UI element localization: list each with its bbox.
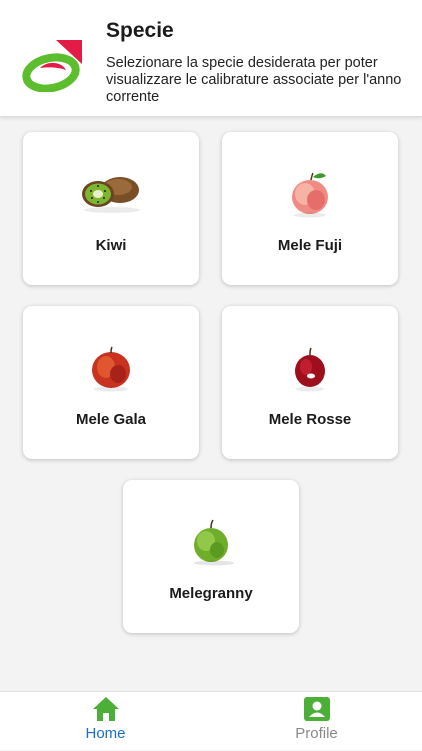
tab-profile-label: Profile [295,725,338,742]
fuji-apple-icon [292,172,328,218]
gala-apple-icon [92,346,130,392]
home-icon [92,697,119,721]
species-label: Kiwi [95,237,127,254]
species-card-melegranny[interactable]: Melegranny [123,480,299,633]
tab-home[interactable]: Home [0,692,211,751]
tab-home-label: Home [85,725,126,742]
kiwi-icon [82,177,140,213]
species-label: Mele Gala [75,411,147,428]
species-card-mele-fuji[interactable]: Mele Fuji [222,132,398,285]
bottom-tab-bar: Home Profile [0,691,422,750]
species-label: Mele Fuji [277,237,343,254]
page-title: Specie [106,19,174,42]
profile-icon [303,697,330,721]
tab-profile[interactable]: Profile [211,692,422,751]
species-card-mele-rosse[interactable]: Mele Rosse [222,306,398,459]
species-label: Mele Rosse [268,411,352,428]
red-apple-icon [295,347,325,392]
species-grid: Kiwi Mele Fuji Mele Gala Mele Rosse Mele… [0,117,422,691]
app-header: Specie Selezionare la specie desiderata … [0,0,422,117]
green-apple-icon [194,519,234,566]
page-subtitle: Selezionare la specie desiderata per pot… [106,55,402,105]
species-card-kiwi[interactable]: Kiwi [23,132,199,285]
brand-logo-icon [22,40,82,92]
species-label: Melegranny [169,585,253,602]
species-card-mele-gala[interactable]: Mele Gala [23,306,199,459]
